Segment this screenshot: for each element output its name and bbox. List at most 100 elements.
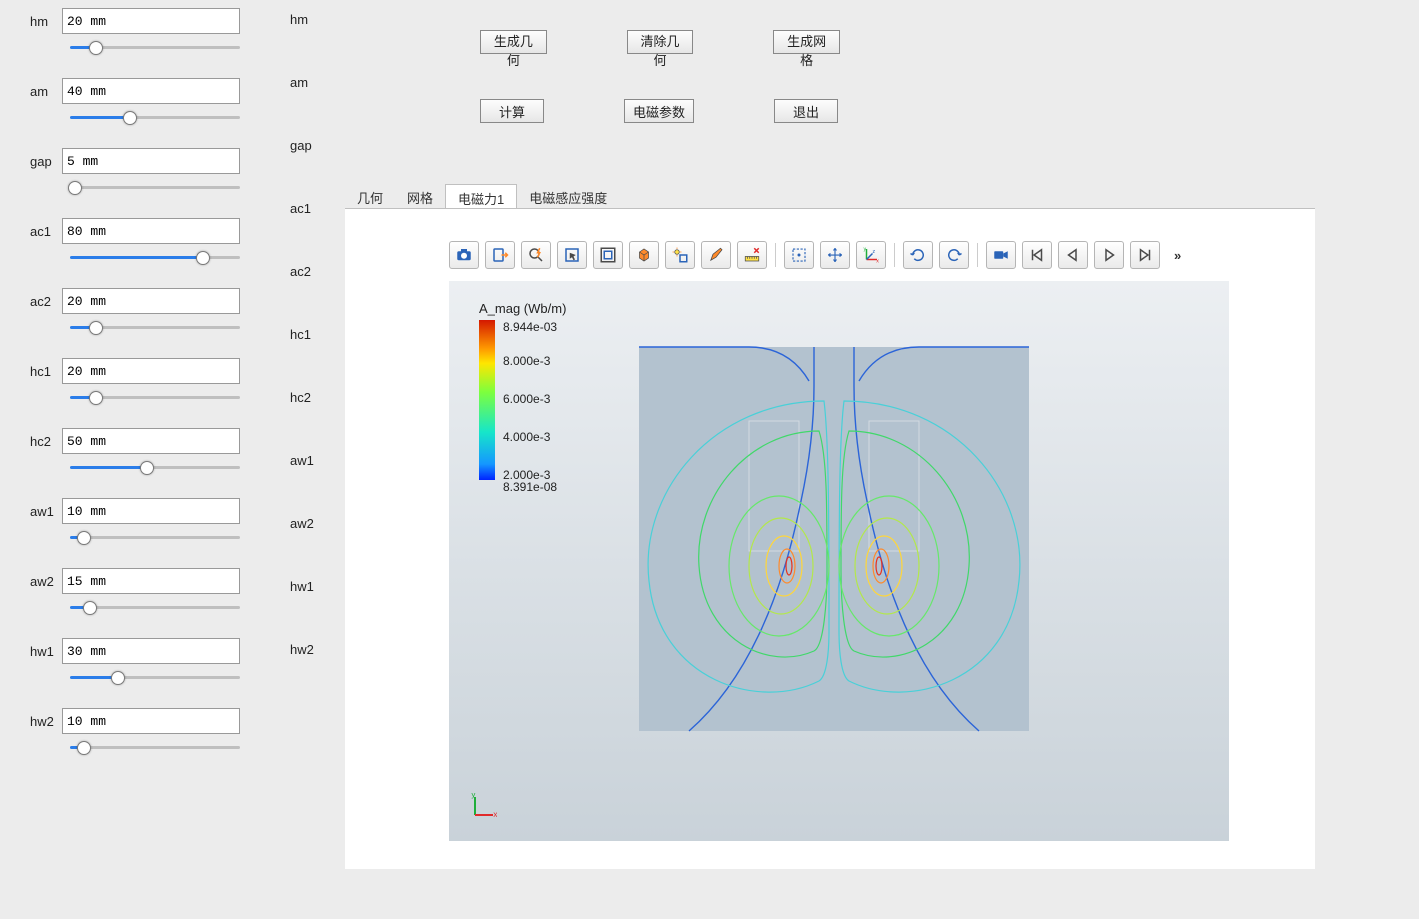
play-icon[interactable] bbox=[1094, 241, 1124, 269]
param-aw1: aw1 bbox=[30, 498, 240, 544]
param-hw1-input[interactable] bbox=[62, 638, 240, 664]
param-hc1-slider[interactable] bbox=[70, 390, 240, 404]
action-panel: 生成几何 清除几何 生成网格 计算 电磁参数 退出 bbox=[480, 30, 840, 168]
mirror-hc2-label: hc2 bbox=[290, 386, 330, 449]
param-ac2-label: ac2 bbox=[30, 294, 56, 309]
param-hc1: hc1 bbox=[30, 358, 240, 404]
step-back-icon[interactable] bbox=[1058, 241, 1088, 269]
exit-button[interactable]: 退出 bbox=[774, 99, 838, 123]
param-hw1-slider[interactable] bbox=[70, 670, 240, 684]
param-hm: hm bbox=[30, 8, 240, 54]
param-hc1-input[interactable] bbox=[62, 358, 240, 384]
param-hw2: hw2 bbox=[30, 708, 240, 754]
param-aw2: aw2 bbox=[30, 568, 240, 614]
param-aw2-label: aw2 bbox=[30, 574, 56, 589]
mirror-gap-label: gap bbox=[290, 134, 330, 197]
param-am-input[interactable] bbox=[62, 78, 240, 104]
ruler-delete-icon[interactable] bbox=[737, 241, 767, 269]
plot-canvas[interactable]: A_mag (Wb/m) 8.944e-03 8.391e-08 8.000e-… bbox=[449, 281, 1229, 841]
svg-text:y: y bbox=[864, 247, 867, 253]
rotate-cw-icon[interactable] bbox=[939, 241, 969, 269]
fit-window-icon[interactable] bbox=[593, 241, 623, 269]
mirror-aw1-label: aw1 bbox=[290, 449, 330, 512]
plot-toolbar: y xz » bbox=[449, 241, 1181, 269]
mirror-ac1-label: ac1 bbox=[290, 197, 330, 260]
legend-max: 8.944e-03 bbox=[503, 320, 557, 334]
param-hc2-slider[interactable] bbox=[70, 460, 240, 474]
param-hm-input[interactable] bbox=[62, 8, 240, 34]
param-aw2-input[interactable] bbox=[62, 568, 240, 594]
legend-title: A_mag (Wb/m) bbox=[479, 301, 566, 316]
pan-all-icon[interactable] bbox=[820, 241, 850, 269]
step-fwd-icon[interactable] bbox=[1130, 241, 1160, 269]
param-hc2: hc2 bbox=[30, 428, 240, 474]
svg-text:x: x bbox=[493, 811, 497, 819]
param-gap: gap bbox=[30, 148, 240, 194]
video-cam-icon[interactable] bbox=[986, 241, 1016, 269]
svg-text:z: z bbox=[873, 249, 876, 255]
param-hc1-label: hc1 bbox=[30, 364, 56, 379]
param-am-label: am bbox=[30, 84, 56, 99]
param-hw2-input[interactable] bbox=[62, 708, 240, 734]
legend-tick-3: 2.000e-3 bbox=[503, 469, 550, 481]
param-ac1-label: ac1 bbox=[30, 224, 56, 239]
brush-icon[interactable] bbox=[701, 241, 731, 269]
param-aw1-label: aw1 bbox=[30, 504, 56, 519]
param-hw2-slider[interactable] bbox=[70, 740, 240, 754]
mirror-hw1-label: hw1 bbox=[290, 575, 330, 638]
param-hw1: hw1 bbox=[30, 638, 240, 684]
param-hc2-input[interactable] bbox=[62, 428, 240, 454]
em-params-button[interactable]: 电磁参数 bbox=[624, 99, 694, 123]
param-ac1-slider[interactable] bbox=[70, 250, 240, 264]
plot-panel: yxz» A_mag (Wb/m) 8.944e-03 8.391e-08 8.… bbox=[345, 208, 1315, 869]
field-domain-rect bbox=[639, 347, 1029, 731]
legend-tick-0: 8.000e-3 bbox=[503, 355, 550, 367]
param-ac2: ac2 bbox=[30, 288, 240, 334]
rotate-ccw-icon[interactable] bbox=[903, 241, 933, 269]
axes-gizmo: y x bbox=[471, 793, 497, 823]
mirror-hw2-label: hw2 bbox=[290, 638, 330, 701]
param-aw1-input[interactable] bbox=[62, 498, 240, 524]
mirror-am-label: am bbox=[290, 71, 330, 134]
mirror-hc1-label: hc1 bbox=[290, 323, 330, 386]
param-hm-label: hm bbox=[30, 14, 56, 29]
legend-tick-1: 6.000e-3 bbox=[503, 393, 550, 405]
param-am-slider[interactable] bbox=[70, 110, 240, 124]
param-hm-slider[interactable] bbox=[70, 40, 240, 54]
param-ac2-slider[interactable] bbox=[70, 320, 240, 334]
param-gap-slider[interactable] bbox=[70, 180, 240, 194]
toolbar-more-icon[interactable]: » bbox=[1174, 248, 1181, 263]
clear-geometry-button[interactable]: 清除几何 bbox=[627, 30, 694, 54]
object-vis-icon[interactable] bbox=[665, 241, 695, 269]
export-icon[interactable] bbox=[485, 241, 515, 269]
param-aw2-slider[interactable] bbox=[70, 600, 240, 614]
zoom-flash-icon[interactable] bbox=[521, 241, 551, 269]
mirror-ac2-label: ac2 bbox=[290, 260, 330, 323]
gen-mesh-button[interactable]: 生成网格 bbox=[773, 30, 840, 54]
param-hw1-label: hw1 bbox=[30, 644, 56, 659]
dashed-select-icon[interactable] bbox=[784, 241, 814, 269]
param-hw2-label: hw2 bbox=[30, 714, 56, 729]
svg-text:x: x bbox=[876, 259, 879, 265]
param-ac2-input[interactable] bbox=[62, 288, 240, 314]
camera-icon[interactable] bbox=[449, 241, 479, 269]
param-hc2-label: hc2 bbox=[30, 434, 56, 449]
mirror-hm-label: hm bbox=[290, 8, 330, 71]
param-gap-input[interactable] bbox=[62, 148, 240, 174]
param-ac1: ac1 bbox=[30, 218, 240, 264]
color-legend: A_mag (Wb/m) 8.944e-03 8.391e-08 8.000e-… bbox=[479, 301, 566, 480]
mirror-aw2-label: aw2 bbox=[290, 512, 330, 575]
gen-geometry-button[interactable]: 生成几何 bbox=[480, 30, 547, 54]
param-ac1-input[interactable] bbox=[62, 218, 240, 244]
skip-start-icon[interactable] bbox=[1022, 241, 1052, 269]
param-am: am bbox=[30, 78, 240, 124]
compute-button[interactable]: 计算 bbox=[480, 99, 544, 123]
svg-text:y: y bbox=[471, 793, 476, 800]
axes-xyz-icon[interactable]: y xz bbox=[856, 241, 886, 269]
box-views-icon[interactable] bbox=[629, 241, 659, 269]
legend-min: 8.391e-08 bbox=[503, 480, 557, 494]
param-aw1-slider[interactable] bbox=[70, 530, 240, 544]
select-window-icon[interactable] bbox=[557, 241, 587, 269]
param-gap-label: gap bbox=[30, 154, 56, 169]
legend-tick-2: 4.000e-3 bbox=[503, 431, 550, 443]
